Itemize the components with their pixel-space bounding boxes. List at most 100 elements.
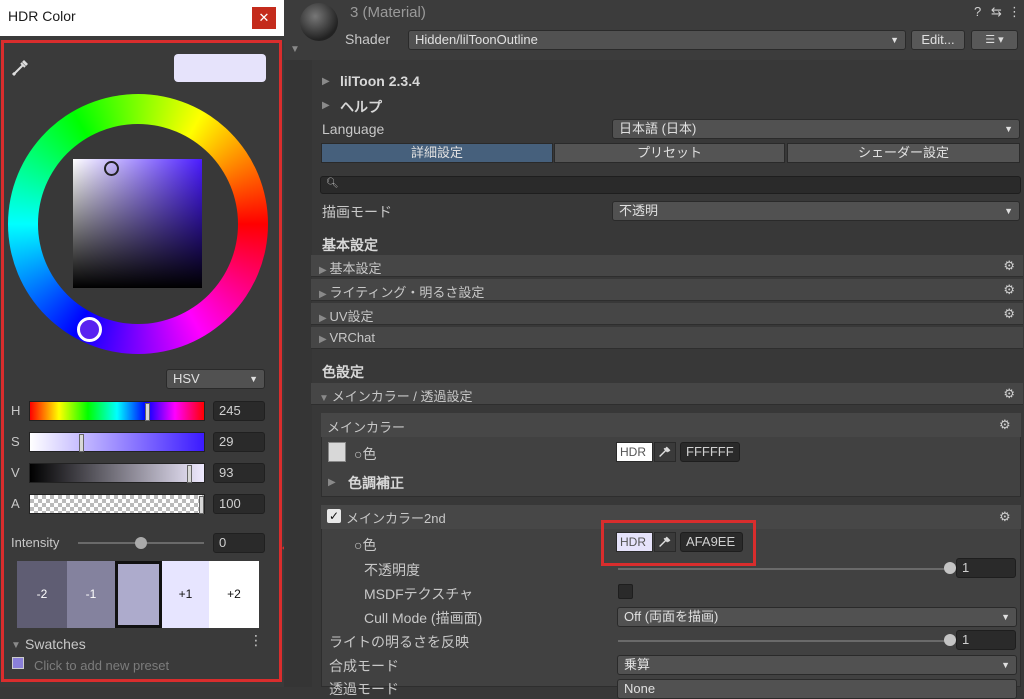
help-toggle-icon[interactable]: ▶ [322,100,330,111]
eyedropper-icon[interactable] [10,56,32,78]
sv-handle[interactable] [104,161,119,176]
help-foldout[interactable]: ヘルプ [340,97,382,117]
hue-value-field[interactable]: 245 [213,401,265,421]
alpha-slider-knob[interactable] [199,496,204,514]
gear-icon[interactable]: ⚙ [999,417,1011,433]
alpha-slider[interactable] [29,494,205,514]
tab-preset[interactable]: プリセット [554,143,785,163]
channel-label-s: S [11,434,20,449]
foldout-basic[interactable]: ▶ 基本設定 ⚙ [311,255,1023,277]
intensity-value-field[interactable]: 0 [213,533,265,553]
swatches-label[interactable]: Swatches [25,636,86,652]
help-icon[interactable]: ? [974,4,981,19]
transparent-mode-dropdown[interactable]: None [617,679,1017,699]
transparent-mode-label: 透過モード [329,681,399,697]
exposure-swatch-plus-2[interactable]: +2 [209,561,259,628]
color-mode-value: HSV [173,371,200,386]
main-color-hex-field[interactable]: FFFFFF [680,442,740,462]
foldout-uv[interactable]: ▶ UV設定 ⚙ [311,303,1023,325]
chevron-down-icon: ▼ [890,35,899,45]
main-color-label: ○色 [354,446,377,462]
foldout-arrow-icon: ▶ [319,313,330,324]
hue-handle[interactable] [77,317,102,342]
saturation-slider-knob[interactable] [79,434,84,452]
exposure-swatch-minus-1[interactable]: -1 [67,561,115,628]
foldout-arrow-icon: ▶ [319,289,330,300]
tone-toggle-icon[interactable]: ▶ [328,477,336,488]
main-color-2nd-label: ○色 [354,537,377,553]
cull-mode-dropdown[interactable]: Off (両面を描画) ▼ [617,607,1017,627]
swatches-menu-icon[interactable]: ⋮ [249,632,263,649]
add-preset-hint[interactable]: Click to add new preset [34,658,169,673]
exposure-swatch-minus-2[interactable]: -2 [17,561,67,628]
hue-slider-knob[interactable] [145,403,150,421]
alpha-value-field[interactable]: 100 [213,494,265,514]
collapse-icon[interactable]: ▼ [290,44,300,55]
saturation-slider[interactable] [29,432,205,452]
tab-shader-settings[interactable]: シェーダー設定 [787,143,1020,163]
color-preview [174,54,266,82]
intensity-slider-knob[interactable] [135,537,147,549]
exposure-swatch-plus-1[interactable]: +1 [162,561,209,628]
texture-slot[interactable] [328,442,346,462]
foldout-arrow-icon: ▶ [319,265,330,276]
edit-shader-button[interactable]: Edit... [911,30,965,50]
light-reflect-value-field[interactable]: 1 [956,630,1016,650]
swatches-toggle-icon[interactable]: ▼ [11,640,21,651]
gear-icon[interactable]: ⚙ [1003,386,1015,402]
close-button[interactable]: ✕ [252,7,276,29]
preset-icon[interactable]: ⇆ [991,4,1002,20]
blend-mode-dropdown[interactable]: 乗算 ▼ [617,655,1017,675]
gear-icon[interactable]: ⚙ [1003,282,1015,298]
gear-icon[interactable]: ⚙ [1003,258,1015,274]
opacity-slider-knob[interactable] [944,562,956,574]
main-color-eyedropper[interactable] [654,442,676,462]
chevron-down-icon: ▼ [1004,206,1013,216]
blend-mode-label: 合成モード [329,658,399,674]
color-section-title: 色設定 [322,364,364,380]
foldout-lighting[interactable]: ▶ ライティング・明るさ設定 ⚙ [311,279,1023,301]
preset-swatch[interactable] [12,657,24,669]
channel-label-a: A [11,496,20,511]
value-slider[interactable] [29,463,205,483]
language-label: Language [322,121,385,137]
render-mode-label: 描画モード [322,204,392,220]
context-menu-icon[interactable]: ⋮ [1008,4,1021,20]
version-toggle-icon[interactable]: ▶ [322,76,330,87]
main-color-2nd-label-text: 色 [362,537,377,553]
shader-dropdown[interactable]: Hidden/lilToonOutline ▼ [408,30,906,50]
color-mode-dropdown[interactable]: HSV ▼ [166,369,265,389]
light-reflect-slider-knob[interactable] [944,634,956,646]
value-value-field[interactable]: 93 [213,463,265,483]
value-slider-knob[interactable] [187,465,192,483]
list-menu-button[interactable]: ☰ ▾ [971,30,1018,50]
main-color-swatch[interactable]: HDR [616,442,653,462]
exposure-swatch-current[interactable] [115,561,162,628]
opacity-value-field[interactable]: 1 [956,558,1016,578]
language-dropdown[interactable]: 日本語 (日本) ▼ [612,119,1020,139]
basic-section-title: 基本設定 [322,237,378,253]
version-label[interactable]: lilToon 2.3.4 [340,73,420,89]
shader-value: Hidden/lilToonOutline [415,32,538,47]
hue-slider[interactable] [29,401,205,421]
search-input[interactable]: 🔍︎ [320,176,1021,194]
light-reflect-slider[interactable] [618,640,950,642]
foldout-label: 基本設定 [329,261,382,276]
material-title: 3 (Material) [350,4,426,21]
msdf-checkbox[interactable] [618,584,633,599]
foldout-label: UV設定 [329,309,374,324]
render-mode-dropdown[interactable]: 不透明 ▼ [612,201,1020,221]
main-color-2nd-checkbox[interactable]: ✓ [327,509,341,523]
gear-icon[interactable]: ⚙ [1003,306,1015,322]
saturation-value-square[interactable] [73,159,202,288]
tab-advanced[interactable]: 詳細設定 [321,143,553,163]
foldout-vrchat[interactable]: ▶ VRChat [311,327,1023,349]
saturation-value-field[interactable]: 29 [213,432,265,452]
shader-label: Shader [345,31,391,47]
gear-icon[interactable]: ⚙ [999,509,1011,525]
msdf-label: MSDFテクスチャ [364,586,474,602]
main-color-header [321,413,1021,437]
opacity-slider[interactable] [618,568,950,570]
tone-correction-foldout[interactable]: 色調補正 [348,473,404,493]
foldout-main-color-transparency[interactable]: ▼ メインカラー / 透過設定 ⚙ [311,383,1023,405]
